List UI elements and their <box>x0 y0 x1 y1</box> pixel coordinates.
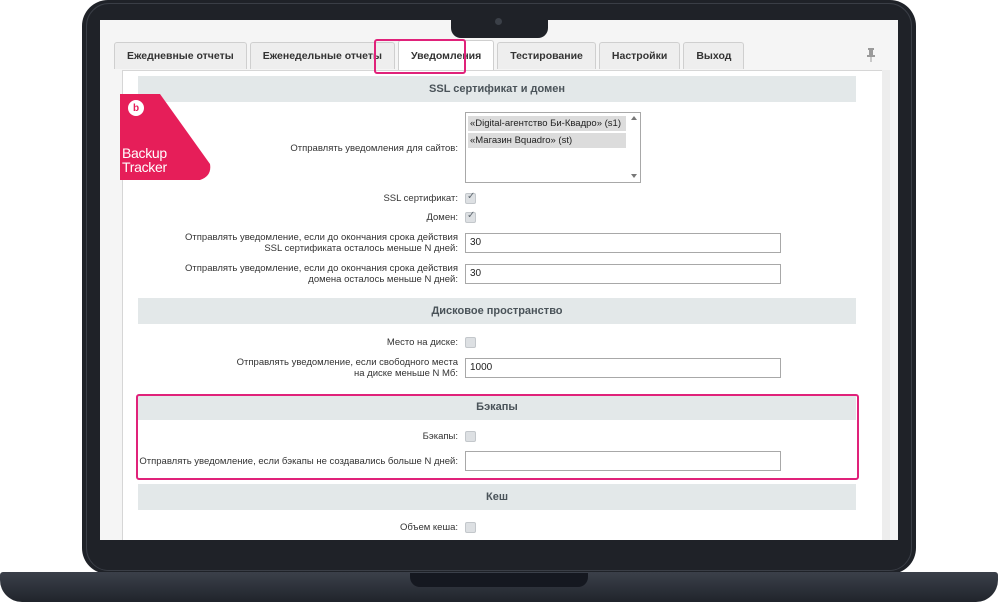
section-backups: Бэкапы <box>138 394 856 420</box>
domain-days-label: Отправлять уведомление, если до окончани… <box>185 263 458 285</box>
logo-badge-icon: b <box>128 100 144 116</box>
tab-testing[interactable]: Тестирование <box>497 42 596 69</box>
disk-space-checkbox[interactable] <box>465 337 476 348</box>
domain-checkbox[interactable] <box>465 210 476 223</box>
pin-icon[interactable] <box>866 48 876 62</box>
backups-checkbox[interactable] <box>465 431 476 442</box>
ssl-days-label: Отправлять уведомление, если до окончани… <box>185 232 458 254</box>
cache-size-label: Объем кеша: <box>400 522 458 533</box>
disk-space-label: Место на диске: <box>386 337 458 348</box>
free-space-label-line1: Отправлять уведомление, если свободного … <box>236 357 458 368</box>
section-disk-space: Дисковое пространство <box>138 298 856 324</box>
domain-days-label-line2: домена осталось меньше N дней: <box>308 274 458 285</box>
scroll-up-icon[interactable] <box>631 116 637 120</box>
section-cache: Кеш <box>138 484 856 510</box>
free-space-input[interactable]: 1000 <box>465 358 781 378</box>
screen: Ежедневные отчеты Еженедельные отчеты Ув… <box>100 20 898 540</box>
backups-days-input[interactable] <box>465 451 781 471</box>
sites-label: Отправлять уведомления для сайтов: <box>290 143 458 154</box>
ssl-days-label-line2: SSL сертификата осталось меньше N дней: <box>264 243 458 254</box>
logo-text: Backup Tracker <box>122 146 167 174</box>
logo-line1: Backup <box>122 145 167 161</box>
logo-line2: Tracker <box>122 159 167 175</box>
tab-settings[interactable]: Настройки <box>598 42 681 69</box>
ssl-cert-label: SSL сертификат: <box>383 193 458 204</box>
tab-daily-reports[interactable]: Ежедневные отчеты <box>114 42 247 69</box>
tab-weekly-reports[interactable]: Еженедельные отчеты <box>249 42 395 69</box>
site-option[interactable]: «Digital-агентство Би-Квадро» (s1) <box>468 116 626 131</box>
free-space-label: Отправлять уведомление, если свободного … <box>237 357 458 379</box>
ssl-days-label-line1: Отправлять уведомление, если до окончани… <box>185 232 458 243</box>
domain-days-input[interactable]: 30 <box>465 264 781 284</box>
camera-icon <box>495 18 502 25</box>
tab-notifications[interactable]: Уведомления <box>397 40 495 70</box>
scroll-down-icon[interactable] <box>631 174 637 178</box>
tab-bar: Ежедневные отчеты Еженедельные отчеты Ув… <box>114 40 745 70</box>
tab-logout[interactable]: Выход <box>683 42 745 69</box>
ssl-cert-checkbox[interactable] <box>465 191 476 204</box>
section-ssl-domain: SSL сертификат и домен <box>138 76 856 102</box>
domain-days-label-line1: Отправлять уведомление, если до окончани… <box>185 263 458 274</box>
backups-days-label: Отправлять уведомление, если бэкапы не с… <box>139 456 458 467</box>
site-option[interactable]: «Магазин Bquadro» (st) <box>468 133 626 148</box>
laptop-base-notch <box>410 573 588 587</box>
panel-scrollbar[interactable] <box>882 70 890 540</box>
free-space-label-line2: на диске меньше N Мб: <box>353 368 458 379</box>
ssl-days-input[interactable]: 30 <box>465 233 781 253</box>
sites-listbox[interactable]: «Digital-агентство Би-Квадро» (s1) «Мага… <box>465 112 641 183</box>
laptop-bezel-bottom <box>88 540 910 570</box>
backups-label: Бэкапы: <box>422 431 458 442</box>
cache-size-checkbox[interactable] <box>465 522 476 533</box>
domain-label: Домен: <box>426 212 458 223</box>
